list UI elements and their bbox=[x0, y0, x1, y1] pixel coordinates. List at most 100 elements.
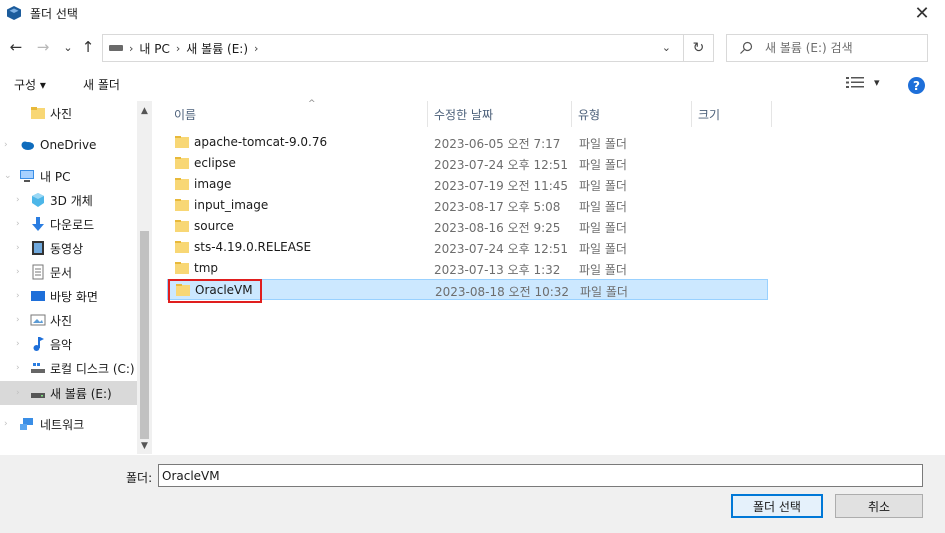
column-header-type[interactable]: 유형 bbox=[572, 101, 692, 127]
chevron-right-icon: › bbox=[16, 315, 20, 325]
breadcrumb-separator-icon: › bbox=[254, 41, 259, 55]
chevron-down-icon: ⌄ bbox=[4, 171, 12, 181]
file-name: apache-tomcat-9.0.76 bbox=[194, 135, 328, 149]
table-row[interactable]: source 2023-08-16 오전 9:25 파일 폴더 bbox=[167, 216, 768, 237]
sidebar-item-local-disk-c[interactable]: › 로컬 디스크 (C:) bbox=[0, 356, 137, 380]
sidebar-item-pictures[interactable]: › 사진 bbox=[0, 308, 137, 332]
computer-icon bbox=[20, 170, 34, 182]
search-input[interactable] bbox=[765, 41, 925, 55]
table-row[interactable]: sts-4.19.0.RELEASE 2023-07-24 오후 12:51 파… bbox=[167, 237, 768, 258]
folder-name-input[interactable] bbox=[158, 464, 923, 487]
scroll-up-icon[interactable]: ▲ bbox=[137, 103, 152, 118]
folder-icon bbox=[176, 284, 190, 296]
table-row[interactable]: eclipse 2023-07-24 오후 12:51 파일 폴더 bbox=[167, 153, 768, 174]
back-button[interactable]: ← bbox=[7, 38, 25, 56]
sidebar-item-music[interactable]: › 음악 bbox=[0, 332, 137, 356]
folder-icon bbox=[175, 241, 189, 253]
view-dropdown-icon: ▾ bbox=[874, 76, 880, 89]
file-name: input_image bbox=[194, 198, 269, 212]
desktop-icon bbox=[31, 291, 45, 301]
sidebar-item-network[interactable]: › 네트워크 bbox=[0, 412, 137, 436]
file-type: 파일 폴더 bbox=[579, 179, 627, 193]
chevron-right-icon: › bbox=[4, 140, 8, 150]
file-date: 2023-07-24 오후 12:51 bbox=[434, 158, 569, 172]
breadcrumb-this-pc[interactable]: 내 PC bbox=[139, 40, 169, 57]
file-date: 2023-07-19 오전 11:45 bbox=[434, 179, 569, 193]
chevron-down-icon: ⌄ bbox=[63, 40, 73, 54]
organize-button[interactable]: 구성 ▾ bbox=[14, 76, 46, 93]
navigation-scrollbar[interactable]: ▲ ▼ bbox=[137, 101, 152, 454]
sidebar-item-desktop[interactable]: › 바탕 화면 bbox=[0, 284, 137, 308]
sidebar-item-documents[interactable]: › 문서 bbox=[0, 260, 137, 284]
file-type: 파일 폴더 bbox=[579, 263, 627, 277]
help-button[interactable]: ? bbox=[908, 77, 925, 94]
arrow-right-icon: → bbox=[36, 38, 50, 56]
sidebar-item-label: 네트워크 bbox=[40, 417, 85, 432]
sidebar-item-volume-e[interactable]: › 새 볼륨 (E:) bbox=[0, 381, 137, 405]
title-bar: 폴더 선택 ✕ bbox=[0, 0, 945, 26]
search-icon bbox=[740, 41, 753, 54]
forward-button[interactable]: → bbox=[34, 38, 52, 56]
sidebar-item-label: OneDrive bbox=[40, 138, 97, 152]
arrow-left-icon: ← bbox=[9, 38, 23, 56]
change-view-button[interactable]: ▾ bbox=[846, 76, 880, 89]
folder-icon bbox=[175, 136, 189, 148]
video-icon bbox=[32, 241, 44, 255]
folder-label: 폴더: bbox=[126, 471, 153, 485]
file-date: 2023-08-17 오후 5:08 bbox=[434, 200, 561, 214]
sidebar-item-label: 음악 bbox=[50, 337, 73, 352]
file-type: 파일 폴더 bbox=[579, 137, 627, 151]
scroll-down-icon[interactable]: ▼ bbox=[137, 438, 152, 453]
cube-icon bbox=[32, 193, 44, 207]
refresh-icon: ↻ bbox=[692, 40, 705, 56]
column-header-date[interactable]: 수정한 날짜 bbox=[428, 101, 572, 127]
sidebar-item-this-pc[interactable]: ⌄ 내 PC bbox=[0, 164, 137, 188]
chevron-right-icon: › bbox=[16, 291, 20, 301]
chevron-right-icon: › bbox=[16, 339, 20, 349]
recent-locations-button[interactable]: ⌄ bbox=[59, 38, 77, 56]
folder-icon bbox=[175, 262, 189, 274]
address-bar[interactable]: › 내 PC › 새 볼륨 (E:) › ⌄ ↻ bbox=[102, 34, 714, 62]
drive-icon bbox=[31, 363, 45, 373]
folder-icon bbox=[175, 199, 189, 211]
sidebar-item-label: 로컬 디스크 (C:) bbox=[50, 361, 135, 376]
sidebar-item-onedrive[interactable]: › OneDrive bbox=[0, 133, 137, 157]
column-header-name[interactable]: 이름 ^ bbox=[168, 99, 428, 127]
details-view-icon bbox=[846, 77, 864, 88]
column-header-label: 이름 bbox=[174, 107, 197, 122]
table-row[interactable]: tmp 2023-07-13 오후 1:32 파일 폴더 bbox=[167, 258, 768, 279]
chevron-right-icon: › bbox=[16, 219, 20, 229]
cancel-button[interactable]: 취소 bbox=[835, 494, 923, 518]
close-button[interactable]: ✕ bbox=[907, 2, 937, 24]
new-folder-button[interactable]: 새 폴더 bbox=[83, 76, 120, 93]
refresh-button[interactable]: ↻ bbox=[683, 35, 713, 61]
table-row[interactable]: apache-tomcat-9.0.76 2023-06-05 오전 7:17 … bbox=[167, 132, 768, 153]
chevron-right-icon: › bbox=[16, 195, 20, 205]
document-icon bbox=[32, 264, 44, 280]
file-type: 파일 폴더 bbox=[580, 285, 628, 299]
navigation-bar: ← → ⌄ ↑ › 내 PC › 새 볼륨 (E:) › ⌄ ↻ bbox=[0, 33, 945, 63]
breadcrumb-volume-e[interactable]: 새 볼륨 (E:) bbox=[186, 40, 248, 57]
music-icon bbox=[33, 337, 44, 351]
select-folder-button[interactable]: 폴더 선택 bbox=[731, 494, 823, 518]
column-header-size[interactable]: 크기 bbox=[692, 101, 772, 127]
file-name: OracleVM bbox=[195, 283, 253, 297]
sidebar-item-label: 다운로드 bbox=[50, 217, 95, 232]
table-row-selected[interactable]: OracleVM 2023-08-18 오전 10:32 파일 폴더 bbox=[167, 279, 768, 300]
search-box[interactable] bbox=[726, 34, 928, 62]
sidebar-item-pictures-quick[interactable]: 사진 bbox=[0, 101, 137, 125]
scrollbar-thumb[interactable] bbox=[140, 231, 149, 439]
sidebar-item-label: 바탕 화면 bbox=[50, 289, 98, 304]
file-date: 2023-08-16 오전 9:25 bbox=[434, 221, 561, 235]
dialog-footer: 폴더: 폴더 선택 취소 bbox=[0, 455, 945, 533]
up-button[interactable]: ↑ bbox=[79, 38, 97, 56]
sidebar-item-3d-objects[interactable]: › 3D 개체 bbox=[0, 188, 137, 212]
file-type: 파일 폴더 bbox=[579, 221, 627, 235]
table-row[interactable]: image 2023-07-19 오전 11:45 파일 폴더 bbox=[167, 174, 768, 195]
sidebar-item-label: 사진 bbox=[50, 313, 73, 328]
sidebar-item-downloads[interactable]: › 다운로드 bbox=[0, 212, 137, 236]
file-type: 파일 폴더 bbox=[579, 242, 627, 256]
sidebar-item-videos[interactable]: › 동영상 bbox=[0, 236, 137, 260]
address-dropdown-icon[interactable]: ⌄ bbox=[662, 41, 671, 54]
table-row[interactable]: input_image 2023-08-17 오후 5:08 파일 폴더 bbox=[167, 195, 768, 216]
